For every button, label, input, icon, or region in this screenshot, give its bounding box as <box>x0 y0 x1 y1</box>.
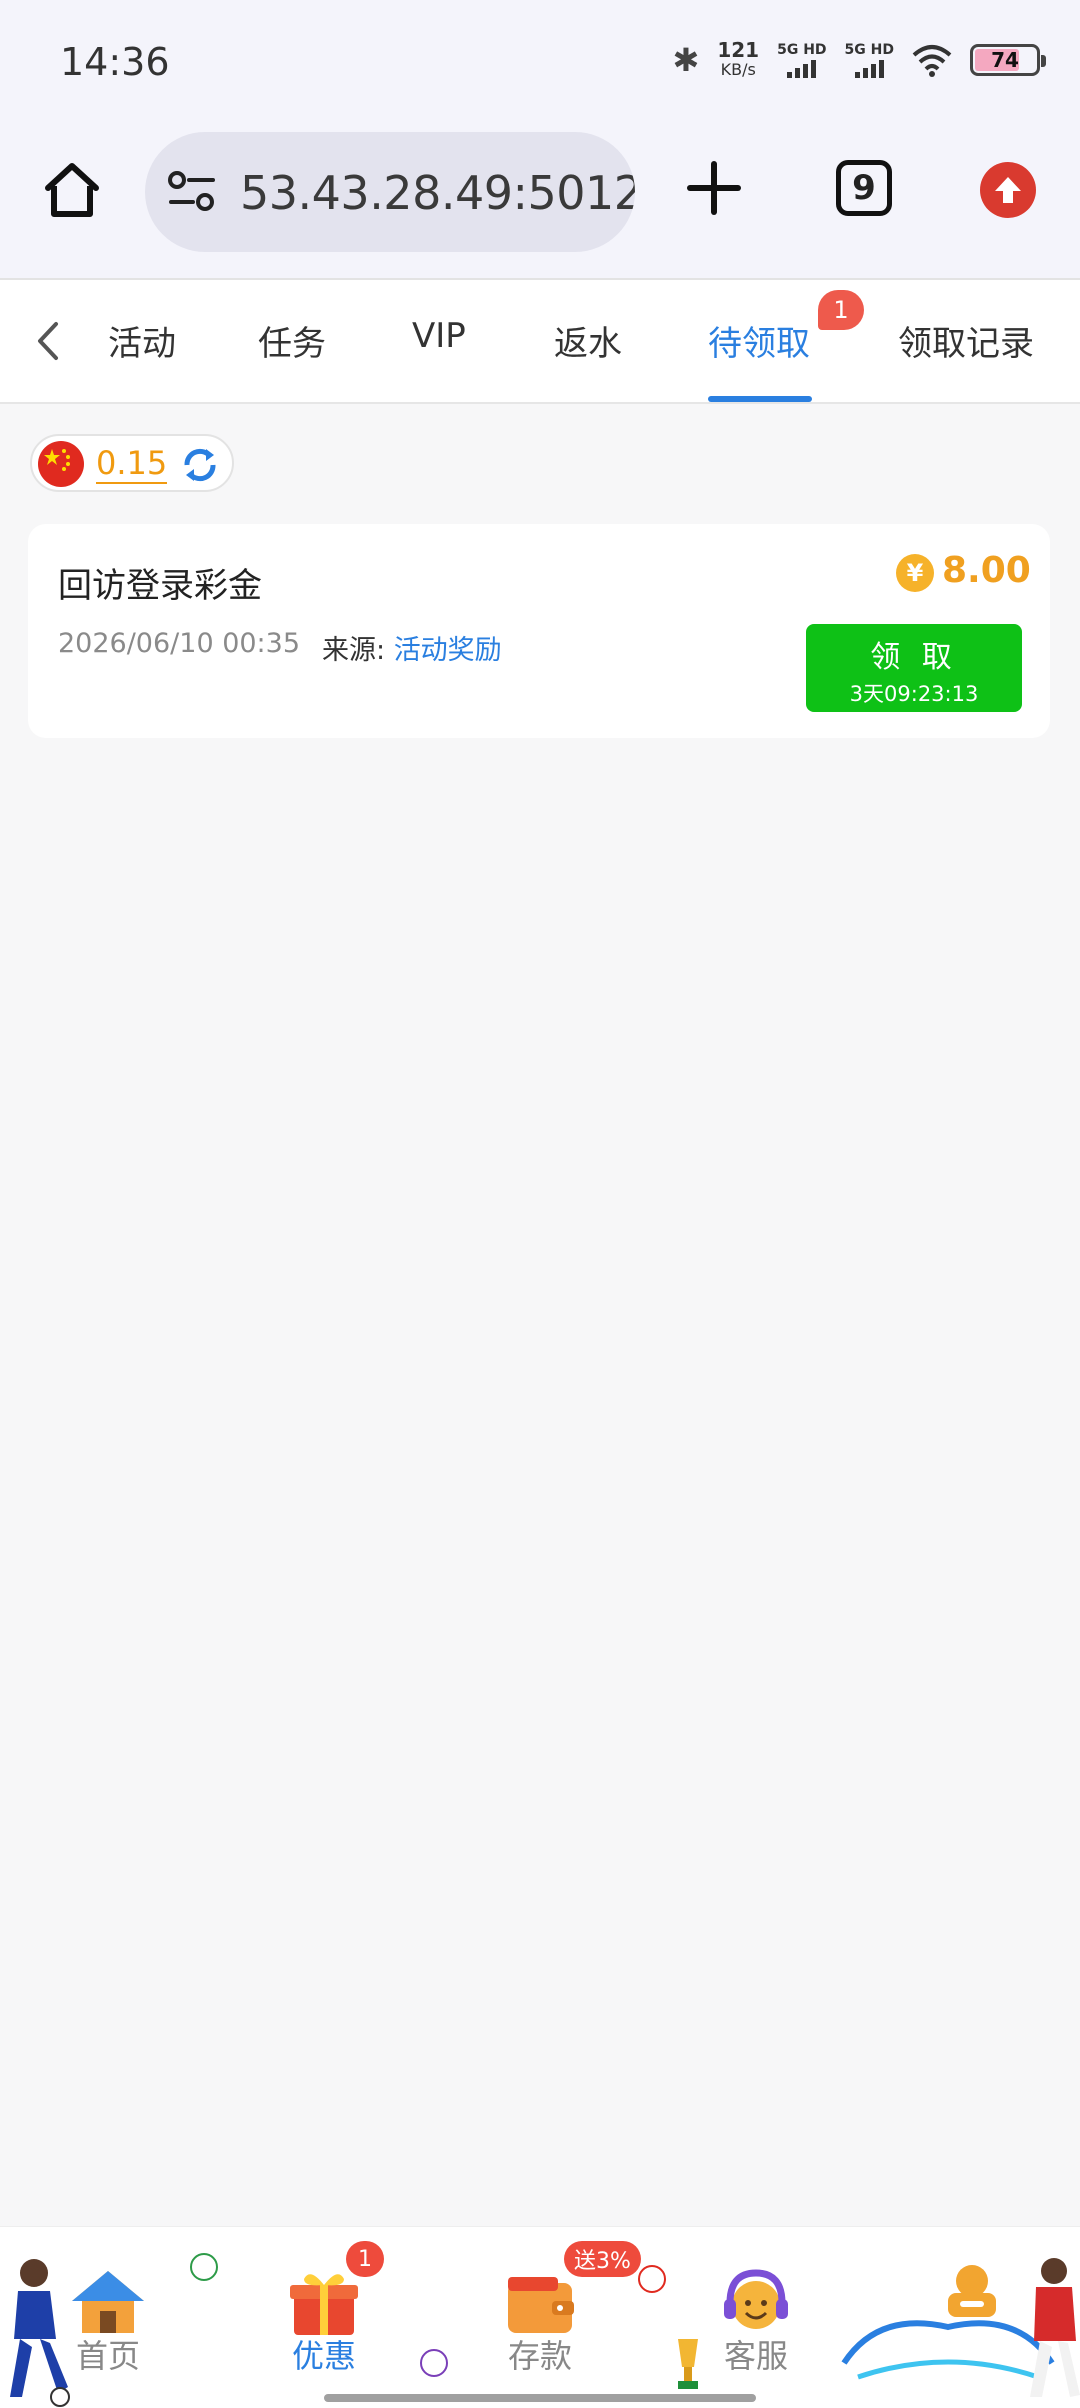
balance-chip: 0.15 <box>30 434 234 492</box>
soccer-player-icon-right <box>1030 2258 1080 2397</box>
nav-home[interactable]: 首页 <box>28 2227 188 2408</box>
tab-count: 9 <box>852 168 876 208</box>
reward-datetime: 2026/06/10 00:35 <box>58 628 301 659</box>
ball-icon <box>420 2349 448 2377</box>
signal-icon: 5G HD <box>777 42 827 78</box>
tab-claim-history[interactable]: 领取记录 <box>898 316 1034 365</box>
category-tabs: 活动 任务 VIP 返水 待领取 1 领取记录 <box>0 278 1080 404</box>
claim-label: 领 取 <box>870 640 958 675</box>
nav-home-label: 首页 <box>75 2337 140 2375</box>
house-icon <box>72 2271 144 2333</box>
promotions-badge: 1 <box>346 2241 384 2277</box>
reward-source: 来源: 活动奖励 <box>322 628 502 667</box>
bluetooth-icon: ✱ <box>672 41 700 79</box>
tab-vip[interactable]: VIP <box>412 316 466 356</box>
wallet-icon <box>508 2277 574 2333</box>
sim2-label: 5G HD <box>844 42 894 58</box>
tab-tasks[interactable]: 任务 <box>258 316 326 365</box>
nav-support[interactable]: 客服 <box>676 2227 836 2408</box>
reward-title: 回访登录彩金 <box>58 566 262 606</box>
address-bar[interactable]: 53.43.28.49:5012 <box>145 132 635 252</box>
reward-amount: 8.00 <box>942 550 1031 591</box>
battery-icon: 74 <box>970 44 1046 76</box>
reward-card: 回访登录彩金 2026/06/10 00:35 来源: 活动奖励 ¥ 8.00 … <box>28 524 1050 738</box>
pending-badge: 1 <box>818 290 864 330</box>
balance-value: 0.15 <box>96 444 168 484</box>
bottom-nav: 首页 1 优惠 送3% 存款 客服 <box>0 2226 1080 2408</box>
mexico-ball-icon <box>190 2253 218 2281</box>
claim-countdown: 3天09:23:13 <box>849 682 979 706</box>
source-label: 来源: <box>322 635 394 666</box>
tab-activity[interactable]: 活动 <box>108 316 176 365</box>
tabs-icon[interactable]: 9 <box>836 160 892 216</box>
gift-icon <box>290 2274 358 2335</box>
tab-pending[interactable]: 待领取 <box>708 316 810 365</box>
home-indicator[interactable] <box>324 2394 756 2402</box>
net-speed: 121 KB/s <box>717 40 759 80</box>
wifi-icon <box>912 45 952 77</box>
headset-icon <box>724 2269 788 2329</box>
nav-deposit[interactable]: 送3% 存款 <box>460 2227 641 2408</box>
back-arrow-icon[interactable] <box>28 316 68 366</box>
nav-promotions-label: 优惠 <box>291 2337 356 2375</box>
update-icon[interactable] <box>980 162 1036 218</box>
currency-symbol: ¥ <box>906 559 924 587</box>
deposit-badge: 送3% <box>564 2241 641 2277</box>
browser-toolbar: 53.43.28.49:5012 9 <box>0 130 1080 254</box>
status-bar: 14:36 ✱ 121 KB/s 5G HD 5G HD 74 <box>0 0 1080 120</box>
canada-ball-icon <box>638 2265 666 2293</box>
net-speed-value: 121 <box>717 38 760 62</box>
claim-button[interactable]: 领 取 3天09:23:13 <box>806 624 1022 712</box>
refresh-icon[interactable] <box>178 443 222 487</box>
nav-promotions[interactable]: 1 优惠 <box>244 2227 404 2408</box>
coin-icon: ¥ <box>896 554 934 592</box>
home-icon[interactable] <box>38 156 106 224</box>
source-value: 活动奖励 <box>393 635 502 666</box>
url-text[interactable]: 53.43.28.49:5012 <box>240 166 635 220</box>
status-time: 14:36 <box>60 40 170 84</box>
site-settings-icon[interactable] <box>167 170 217 214</box>
new-tab-icon[interactable] <box>684 158 744 218</box>
tab-rebate[interactable]: 返水 <box>554 316 622 365</box>
active-tab-indicator <box>708 396 812 402</box>
signal-icon-2: 5G HD <box>845 42 894 78</box>
net-speed-unit: KB/s <box>720 60 756 79</box>
browser-chrome: 14:36 ✱ 121 KB/s 5G HD 5G HD 74 53.43.28… <box>0 0 1080 278</box>
china-flag-icon <box>38 441 84 487</box>
sim1-label: 5G HD <box>777 42 827 58</box>
nav-deposit-label: 存款 <box>507 2337 572 2375</box>
nav-support-label: 客服 <box>723 2337 788 2375</box>
status-icons: ✱ 121 KB/s 5G HD 5G HD 74 <box>672 40 1046 80</box>
battery-level: 74 <box>991 48 1019 72</box>
